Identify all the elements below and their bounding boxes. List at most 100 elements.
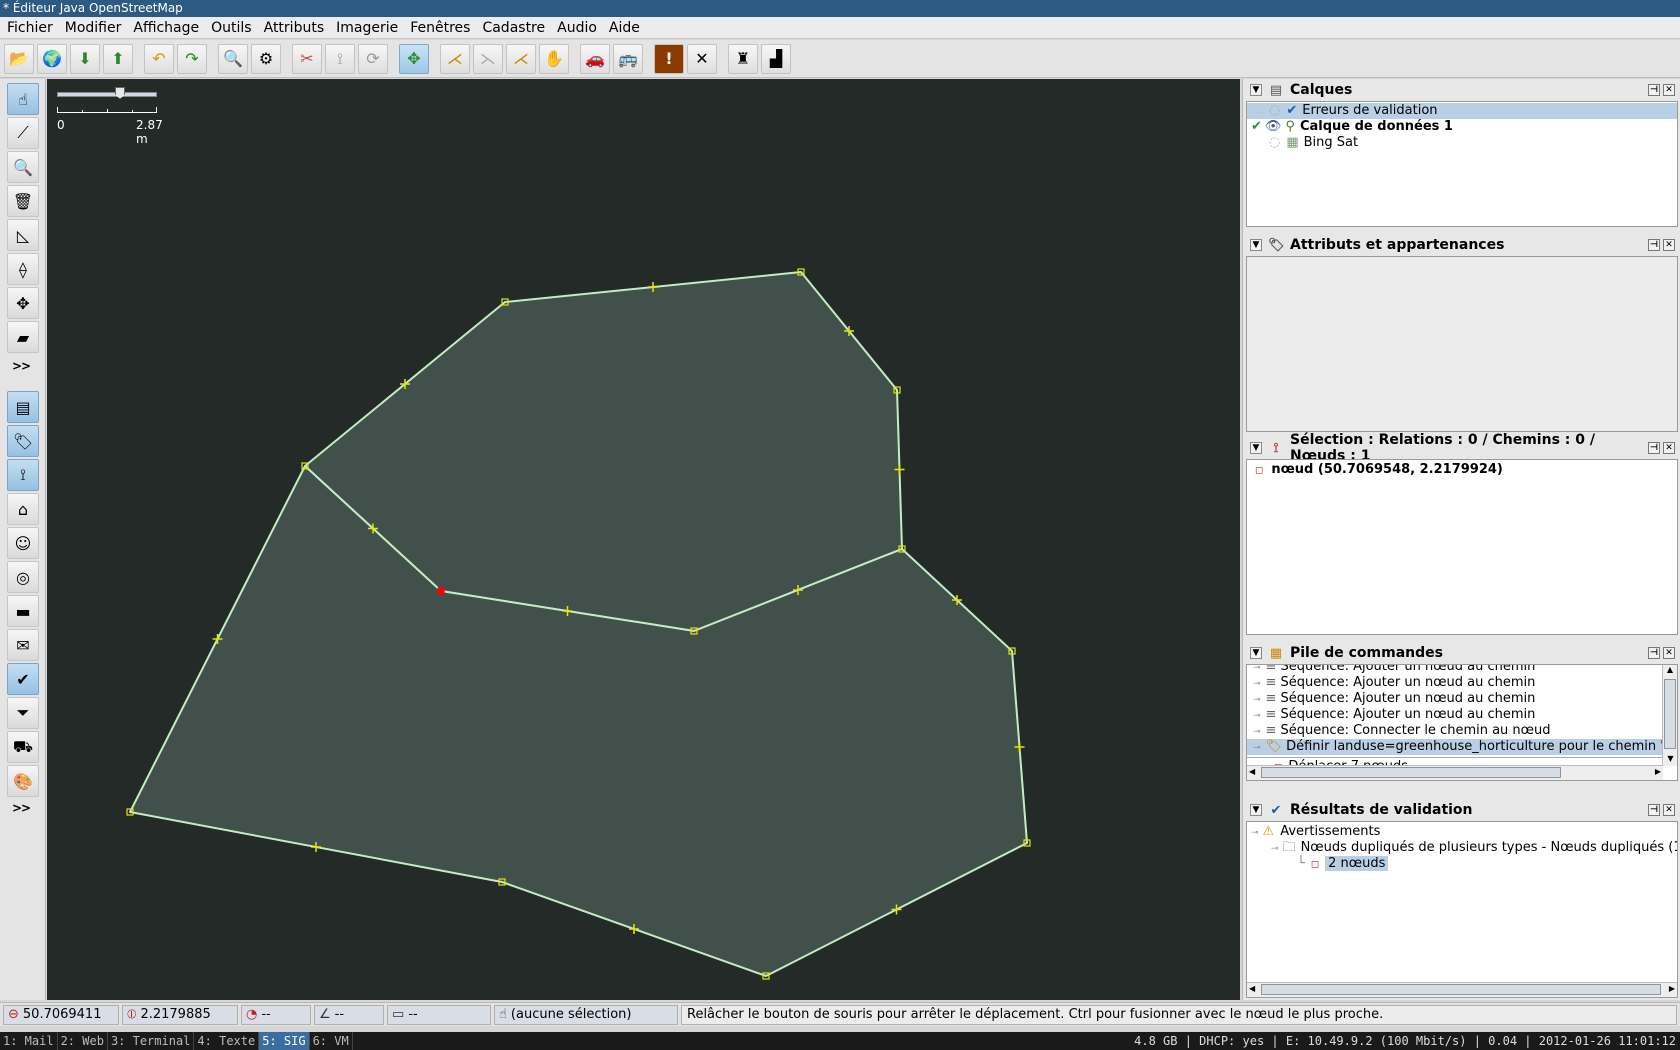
warning-icon[interactable]: !	[654, 43, 684, 74]
selection-dialog-header[interactable]: ▼ ⟟ Sélection : Relations : 0 / Chemins …	[1246, 432, 1678, 464]
task-sig[interactable]: 5: SIG	[259, 1032, 310, 1050]
menu-fichier[interactable]: Fichier	[4, 18, 62, 38]
messages-toggle-icon[interactable]: ✉	[7, 629, 39, 661]
close-icon[interactable]: ✕	[1663, 804, 1675, 816]
menu-affichage[interactable]: Affichage	[130, 18, 208, 38]
visibility-on-icon[interactable]: 👁	[1265, 119, 1282, 134]
close-icon[interactable]: ✕	[1663, 647, 1675, 659]
tree-warnings[interactable]: ⊸ ⚠ Avertissements	[1247, 824, 1677, 840]
menu-fenetres[interactable]: Fenêtres	[407, 18, 479, 38]
collapse-icon[interactable]: ▼	[1250, 442, 1262, 454]
close-icon[interactable]: ✕	[1663, 84, 1675, 96]
close-icon[interactable]: ✕	[1663, 239, 1675, 251]
layers-dialog-header[interactable]: ▼ ▤ Calques ⊣ ✕	[1246, 79, 1678, 101]
vertical-scrollbar[interactable]: ▲ ▼	[1662, 665, 1677, 766]
layer-item[interactable]: ✔ 👁 ⚲ Calque de données 1	[1247, 119, 1677, 135]
task-terminal[interactable]: 3: Terminal	[108, 1032, 195, 1050]
collapse-icon[interactable]: ▼	[1250, 239, 1262, 251]
menu-audio[interactable]: Audio	[554, 18, 606, 38]
zoom-mode-icon[interactable]: 🔍	[7, 151, 39, 183]
refresh-icon[interactable]: ⟳	[358, 43, 388, 74]
command-item[interactable]: ⊸ ≡ Séquence: Ajouter un nœud au chemin	[1247, 665, 1663, 675]
menu-modifier[interactable]: Modifier	[62, 18, 131, 38]
map-canvas[interactable]	[47, 79, 1240, 1000]
palette-icon[interactable]: 🎨	[7, 765, 39, 797]
menu-cadastre[interactable]: Cadastre	[479, 18, 554, 38]
validation-dialog-header[interactable]: ▼ ✔ Résultats de validation ⊣ ✕	[1246, 799, 1678, 821]
tree-item[interactable]: └ ◻ 2 nœuds	[1247, 856, 1677, 872]
map-view[interactable]: 0 2.87 m	[47, 79, 1240, 1000]
relations-toggle-icon[interactable]: ⌂	[7, 493, 39, 525]
zoom-icon[interactable]: ✥	[399, 43, 429, 74]
pin-icon[interactable]: ⊣	[1648, 804, 1660, 816]
delete-icon[interactable]: ✕	[687, 43, 717, 74]
castle-icon[interactable]: ♜	[728, 43, 758, 74]
close-icon[interactable]: ✕	[1663, 442, 1675, 454]
visibility-off-icon[interactable]: ◌	[1269, 103, 1280, 118]
collapse-icon[interactable]: ▼	[1250, 647, 1262, 659]
tags-toggle-icon[interactable]: 🏷	[7, 425, 39, 457]
visibility-off-icon[interactable]: ◌	[1269, 135, 1280, 150]
car-icon[interactable]: 🚗	[580, 43, 610, 74]
move-mode-icon[interactable]: ✥	[7, 287, 39, 319]
zoom-slider[interactable]	[57, 87, 157, 101]
authors-toggle-icon[interactable]: ☺	[7, 527, 39, 559]
selection-toggle-icon[interactable]: ⟟	[7, 459, 39, 491]
draw-tool-icon[interactable]: ⟟	[325, 43, 355, 74]
upload-icon[interactable]: ⬆	[103, 43, 133, 74]
tree-group[interactable]: ⊸ 🗀 Nœuds dupliqués de plusieurs types - N…	[1247, 840, 1677, 856]
select-mode-icon[interactable]: ☝	[7, 83, 39, 115]
delete-mode-icon[interactable]: 🗑	[7, 185, 39, 217]
split-icon[interactable]: ⋌	[440, 43, 470, 74]
pin-icon[interactable]: ⊣	[1648, 442, 1660, 454]
tags-dialog-header[interactable]: ▼ 🏷 Attributs et appartenances ⊣ ✕	[1246, 234, 1678, 256]
zoom-slider-handle[interactable]	[115, 87, 125, 99]
menu-aide[interactable]: Aide	[606, 18, 649, 38]
improve-accuracy-icon[interactable]: ▰	[7, 321, 39, 353]
horizontal-scrollbar[interactable]: ◀ ▶	[1247, 765, 1663, 780]
hand-icon[interactable]: ✋	[539, 43, 569, 74]
layer-item[interactable]: ◌ ▦ Bing Sat	[1247, 135, 1677, 151]
draw-line-icon[interactable]: ⟋	[7, 117, 39, 149]
map-paint-icon[interactable]: ⛟	[7, 731, 39, 763]
command-item[interactable]: ⊸ ≡ Séquence: Ajouter un nœud au chemin	[1247, 691, 1663, 707]
command-item[interactable]: ⊸ ≡ Séquence: Ajouter un nœud au chemin	[1247, 675, 1663, 691]
layers-toggle-icon[interactable]: ▤	[7, 391, 39, 423]
task-texte[interactable]: 4: Texte	[194, 1032, 260, 1050]
menu-attributs[interactable]: Attributs	[261, 18, 334, 38]
filter-toggle-icon[interactable]: ⏷	[7, 697, 39, 729]
pin-icon[interactable]: ⊣	[1648, 84, 1660, 96]
more-tools-button[interactable]: >>	[12, 359, 31, 373]
layer-item[interactable]: ◌ ✔ Erreurs de validation	[1247, 103, 1677, 119]
notes-toggle-icon[interactable]: ▬	[7, 595, 39, 627]
pin-icon[interactable]: ⊣	[1648, 239, 1660, 251]
improve-way-icon[interactable]: ⟠	[7, 253, 39, 285]
more-toggles-button[interactable]: >>	[12, 801, 31, 815]
command-item[interactable]: ⊸ ≡ Séquence: Ajouter un nœud au chemin	[1247, 707, 1663, 723]
history-toggle-icon[interactable]: ◎	[7, 561, 39, 593]
parallel-mode-icon[interactable]: ◺	[7, 219, 39, 251]
preferences-icon[interactable]: 🔍	[218, 43, 248, 74]
task-vm[interactable]: 6: VM	[310, 1032, 353, 1050]
menu-outils[interactable]: Outils	[208, 18, 260, 38]
open-file-icon[interactable]: 📂	[4, 43, 34, 74]
collapse-icon[interactable]: ▼	[1250, 84, 1262, 96]
collapse-icon[interactable]: ▼	[1250, 804, 1262, 816]
command-item[interactable]: ⊸ 🏷 Définir landuse=greenhouse_horticultur…	[1247, 739, 1663, 755]
settings-icon[interactable]: ⚙	[251, 43, 281, 74]
merge-icon[interactable]: ⋋	[473, 43, 503, 74]
menu-imagerie[interactable]: Imagerie	[333, 18, 407, 38]
select-tool-icon[interactable]: ✂	[292, 43, 322, 74]
list-item[interactable]: ◻ nœud (50.7069548, 2.2179924)	[1247, 462, 1677, 478]
pin-icon[interactable]: ⊣	[1648, 647, 1660, 659]
task-mail[interactable]: 1: Mail	[0, 1032, 58, 1050]
bus-icon[interactable]: 🚌	[613, 43, 643, 74]
validation-toggle-icon[interactable]: ✔	[7, 663, 39, 695]
horizontal-scrollbar[interactable]: ◀ ▶	[1247, 982, 1677, 997]
undo-icon[interactable]: ↶	[144, 43, 174, 74]
reverse-icon[interactable]: ⋌	[506, 43, 536, 74]
task-web[interactable]: 2: Web	[58, 1032, 108, 1050]
factory-icon[interactable]: ▟	[761, 43, 791, 74]
download-icon[interactable]: ⬇	[70, 43, 100, 74]
command-item[interactable]: ⊸ ≡ Séquence: Connecter le chemin au nœud	[1247, 723, 1663, 739]
